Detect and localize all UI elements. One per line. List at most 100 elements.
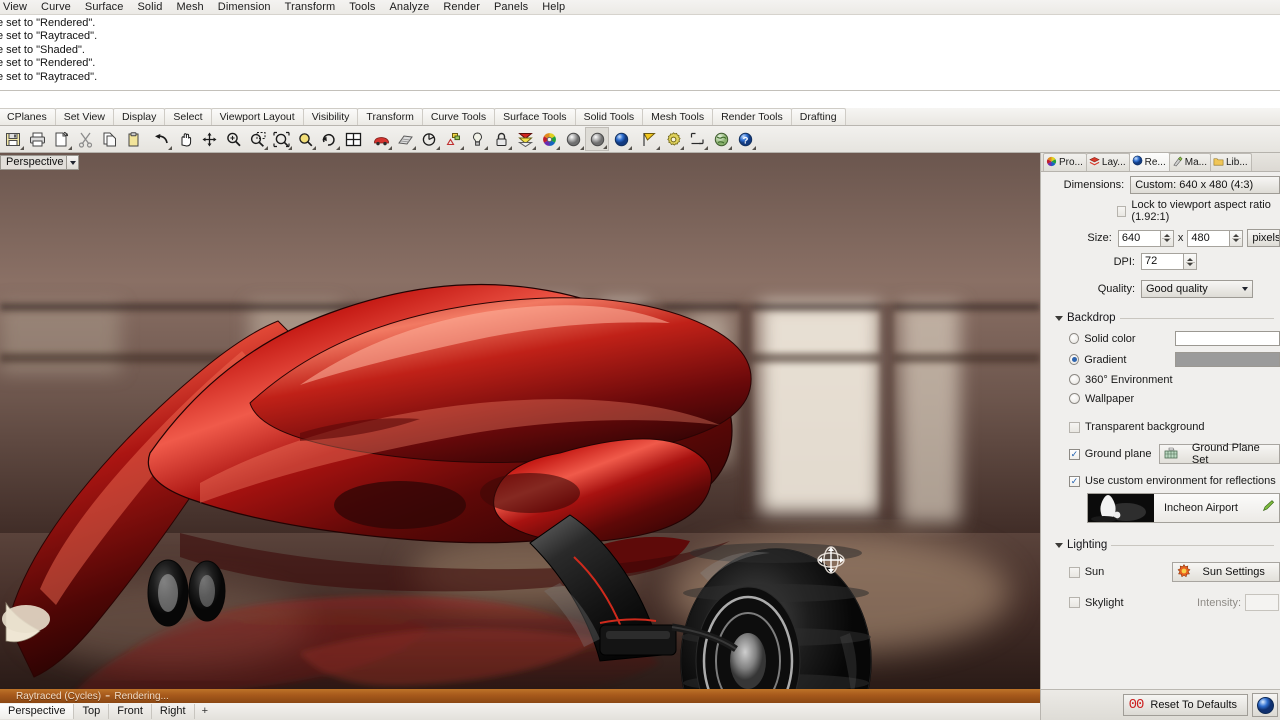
render-blue-sphere-icon[interactable]: [609, 127, 633, 151]
copy-icon[interactable]: [97, 127, 121, 151]
render-color-icon[interactable]: [513, 127, 537, 151]
globe-environment-icon[interactable]: [709, 127, 733, 151]
ground-plane-settings-button[interactable]: Ground Plane Set: [1158, 442, 1280, 466]
help-question-icon[interactable]: ?: [733, 127, 757, 151]
gear-settings-icon[interactable]: [661, 127, 685, 151]
collapse-triangle-icon[interactable]: [1055, 315, 1063, 321]
menu-item-help[interactable]: Help: [535, 0, 572, 15]
toolbar-tab-viewport-layout[interactable]: Viewport Layout: [210, 108, 304, 125]
dimension-icon[interactable]: [685, 127, 709, 151]
quality-select[interactable]: Good quality: [1141, 280, 1253, 298]
menu-item-transform[interactable]: Transform: [278, 0, 343, 15]
menu-item-dimension[interactable]: Dimension: [211, 0, 278, 15]
rotate-view-icon[interactable]: [317, 127, 341, 151]
toolbar-tab-cplanes[interactable]: CPlanes: [0, 108, 56, 125]
menu-item-panels[interactable]: Panels: [487, 0, 535, 15]
backdrop-solid-color-radio[interactable]: [1069, 333, 1080, 344]
backdrop-environment-radio[interactable]: [1069, 374, 1080, 385]
skylight-row[interactable]: Skylight Intensity:: [1041, 582, 1280, 611]
toolbar-tab-set-view[interactable]: Set View: [54, 108, 114, 125]
panel-tab-rendering[interactable]: Re...: [1128, 153, 1170, 171]
named-view-icon[interactable]: [417, 127, 441, 151]
render-height-input[interactable]: 480: [1187, 229, 1231, 247]
undo-arrow-icon[interactable]: [149, 127, 173, 151]
render-blue-sphere-icon[interactable]: [1252, 693, 1278, 717]
save-icon[interactable]: [1, 127, 25, 151]
print-icon[interactable]: [25, 127, 49, 151]
sun-settings-button[interactable]: Sun Settings: [1171, 562, 1280, 582]
panel-tab-libraries[interactable]: Lib...: [1209, 153, 1252, 171]
dpi-stepper[interactable]: [1184, 253, 1197, 270]
zoom-window-icon[interactable]: [245, 127, 269, 151]
viewport-tab-perspective[interactable]: Perspective: [0, 704, 75, 719]
menu-item-view[interactable]: View: [0, 0, 34, 15]
pan-hand-icon[interactable]: [173, 127, 197, 151]
backdrop-gradient-radio[interactable]: [1069, 354, 1080, 365]
backdrop-gradient-row[interactable]: Gradient: [1041, 346, 1280, 367]
menu-item-mesh[interactable]: Mesh: [169, 0, 210, 15]
backdrop-group-header[interactable]: Backdrop: [1041, 298, 1280, 324]
lighting-group-header[interactable]: Lighting: [1041, 523, 1280, 551]
viewport-tab-right[interactable]: Right: [152, 704, 195, 719]
four-viewports-icon[interactable]: [341, 127, 365, 151]
reset-to-defaults-button[interactable]: 00 Reset To Defaults: [1122, 694, 1248, 716]
size-units-select[interactable]: pixels: [1247, 229, 1280, 247]
backdrop-solid-color-row[interactable]: Solid color: [1041, 324, 1280, 346]
backdrop-environment-row[interactable]: 360° Environment: [1041, 367, 1280, 386]
backdrop-wallpaper-row[interactable]: Wallpaper: [1041, 386, 1280, 405]
menu-item-render[interactable]: Render: [436, 0, 487, 15]
viewport-tab-front[interactable]: Front: [109, 704, 152, 719]
toolbar-tab-render-tools[interactable]: Render Tools: [712, 108, 792, 125]
environment-item[interactable]: Incheon Airport: [1087, 493, 1280, 523]
zoom-selected-icon[interactable]: [293, 127, 317, 151]
paste-icon[interactable]: [121, 127, 145, 151]
render-width-input[interactable]: 640: [1117, 229, 1161, 247]
material-sphere-grey-icon[interactable]: [561, 127, 585, 151]
toolbar-tab-mesh-tools[interactable]: Mesh Tools: [642, 108, 714, 125]
zoom-extents-icon[interactable]: [269, 127, 293, 151]
panel-tab-properties[interactable]: Pro...: [1043, 153, 1087, 171]
toolbar-tab-transform[interactable]: Transform: [357, 108, 423, 125]
panel-tab-layers[interactable]: Lay...: [1085, 153, 1130, 171]
cut-scissors-icon[interactable]: [73, 127, 97, 151]
light-bulb-icon[interactable]: [465, 127, 489, 151]
toolbar-tab-select[interactable]: Select: [164, 108, 212, 125]
menu-item-tools[interactable]: Tools: [342, 0, 382, 15]
skylight-checkbox[interactable]: [1069, 597, 1080, 608]
render-width-stepper[interactable]: [1160, 229, 1174, 247]
toolbar-tab-surface-tools[interactable]: Surface Tools: [494, 108, 576, 125]
viewport-title-bar[interactable]: Perspective: [0, 155, 80, 170]
environment-selector-row[interactable]: Incheon Airport: [1041, 487, 1280, 523]
command-history-pane[interactable]: e set to "Rendered". e set to "Raytraced…: [0, 15, 1280, 91]
sun-row[interactable]: Sun Sun Settings: [1041, 551, 1280, 582]
toolbar-tab-visibility[interactable]: Visibility: [302, 108, 359, 125]
ground-plane-row[interactable]: ✓ Ground plane Ground Plane Set: [1041, 433, 1280, 466]
toolbar-tab-solid-tools[interactable]: Solid Tools: [574, 108, 644, 125]
panel-tab-materials[interactable]: Ma...: [1168, 153, 1211, 171]
menu-item-curve[interactable]: Curve: [34, 0, 78, 15]
shaded-plane-icon[interactable]: [393, 127, 417, 151]
backdrop-gradient-swatch[interactable]: [1175, 352, 1280, 367]
color-wheel-icon[interactable]: [537, 127, 561, 151]
custom-environment-checkbox[interactable]: ✓: [1069, 475, 1080, 487]
transparent-background-row[interactable]: Transparent background: [1041, 405, 1280, 433]
move-arrows-icon[interactable]: [197, 127, 221, 151]
object-snap-icon[interactable]: [441, 127, 465, 151]
collapse-triangle-icon[interactable]: [1055, 542, 1063, 548]
custom-environment-row[interactable]: ✓ Use custom environment for reflections: [1041, 464, 1280, 487]
backdrop-wallpaper-radio[interactable]: [1069, 393, 1080, 404]
material-sphere-grey2-icon[interactable]: [585, 127, 609, 151]
add-viewport-tab-icon[interactable]: +: [195, 704, 215, 719]
transparent-background-checkbox[interactable]: [1069, 421, 1080, 433]
perspective-viewport[interactable]: Perspective: [0, 153, 1040, 689]
zoom-in-icon[interactable]: [221, 127, 245, 151]
ground-plane-checkbox[interactable]: ✓: [1069, 448, 1080, 460]
menu-item-analyze[interactable]: Analyze: [382, 0, 436, 15]
dimensions-preset-select[interactable]: Custom: 640 x 480 (4:3): [1130, 176, 1280, 194]
sun-checkbox[interactable]: [1069, 566, 1080, 578]
edit-pencil-icon[interactable]: [1262, 499, 1275, 517]
viewport-menu-dropdown-icon[interactable]: [66, 156, 79, 169]
new-layer-icon[interactable]: [49, 127, 73, 151]
menu-item-solid[interactable]: Solid: [131, 0, 170, 15]
toolbar-tab-curve-tools[interactable]: Curve Tools: [421, 108, 496, 125]
